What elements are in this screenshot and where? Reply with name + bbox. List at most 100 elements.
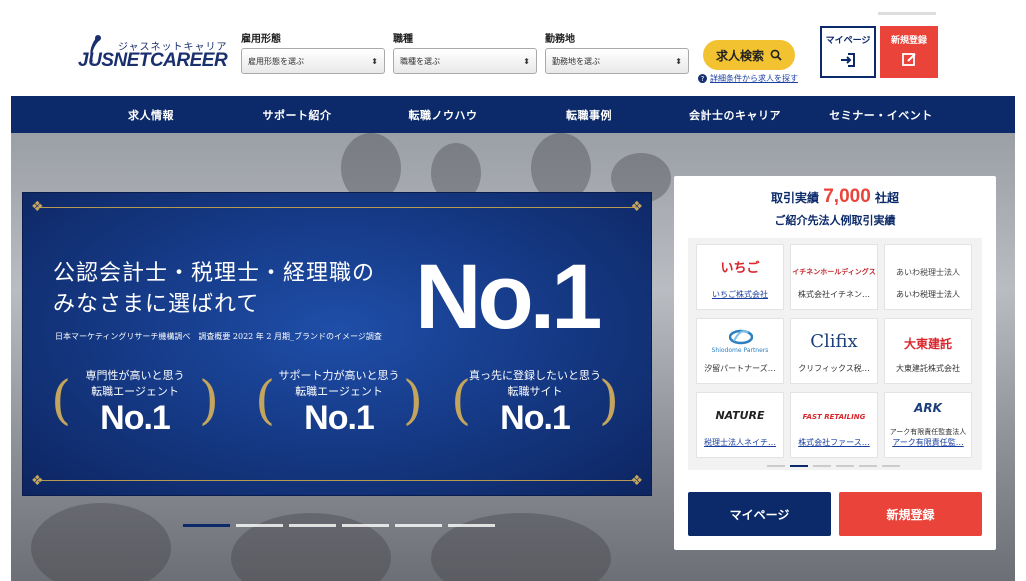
award-1-line2: 転職エージェント bbox=[91, 385, 179, 398]
search-icon bbox=[770, 49, 782, 61]
top-strip bbox=[878, 12, 936, 15]
header-mypage-button[interactable]: マイページ bbox=[820, 26, 876, 78]
shiodome-logo-icon bbox=[729, 329, 753, 345]
client-card[interactable]: いちご いちご株式会社 bbox=[696, 244, 784, 310]
banner-headline-1: 公認会計士・税理士・経理職の bbox=[53, 261, 376, 286]
award-1-line1: 専門性が高いと思う bbox=[85, 369, 185, 382]
clients-panel: 取引実績 7,000 社超 ご紹介先法人例取引実績 いちご いちご株式会社 イチ… bbox=[674, 176, 996, 550]
client-name: あいわ税理士法人 bbox=[896, 290, 960, 299]
detail-search-label: 詳細条件から求人を探す bbox=[710, 74, 798, 83]
job-search-label: 求人検索 bbox=[715, 48, 764, 63]
location-label: 勤務地 bbox=[545, 34, 575, 45]
nav-item-knowhow[interactable]: 転職ノウハウ bbox=[370, 96, 516, 133]
client-name[interactable]: アーク有限責任監… bbox=[889, 437, 967, 448]
client-logo: Clifix bbox=[810, 331, 858, 352]
header-mypage-label: マイページ bbox=[825, 36, 871, 46]
clients-carousel-dots bbox=[767, 465, 900, 467]
clients-dot[interactable] bbox=[836, 465, 854, 467]
header-register-label: 新規登録 bbox=[890, 36, 927, 46]
clients-dot[interactable] bbox=[790, 465, 808, 467]
client-card[interactable]: Shiodome Partners 汐留パートナーズ… bbox=[696, 318, 784, 384]
nav-item-jobs[interactable]: 求人情報 bbox=[78, 96, 224, 133]
client-name: クリフィックス税… bbox=[798, 364, 870, 373]
client-name[interactable]: 税理士法人ネイチ… bbox=[701, 437, 779, 448]
detail-search-link[interactable]: ? 詳細条件から求人を探す bbox=[698, 73, 798, 84]
login-icon bbox=[841, 53, 855, 67]
carousel-dot[interactable] bbox=[183, 524, 230, 527]
job-search-button[interactable]: 求人検索 bbox=[703, 40, 795, 70]
award-1: ( ) 専門性が高いと思う 転職エージェント No.1 bbox=[45, 363, 225, 453]
header-register-button[interactable]: 新規登録 bbox=[880, 26, 938, 78]
client-card[interactable]: NATURE 税理士法人ネイチ… bbox=[696, 392, 784, 458]
job-type-group: 職種 職種を選ぶ ⬍ bbox=[393, 30, 537, 74]
nav-item-support[interactable]: サポート紹介 bbox=[224, 96, 370, 133]
clients-title: 取引実績 7,000 社超 bbox=[674, 186, 996, 208]
panel-register-button[interactable]: 新規登録 bbox=[839, 492, 982, 536]
award-2-line2: 転職エージェント bbox=[295, 385, 383, 398]
updown-arrow-icon: ⬍ bbox=[371, 56, 378, 66]
client-name: 汐留パートナーズ… bbox=[704, 364, 776, 373]
client-name: 株式会社イチネン… bbox=[798, 290, 870, 299]
client-card[interactable]: イチネンホールディングス 株式会社イチネン… bbox=[790, 244, 878, 310]
logo[interactable]: ジャスネットキャリア JUSNETCAREER bbox=[78, 32, 228, 72]
ornament-icon: ❖ bbox=[31, 473, 44, 489]
client-logo: いちご bbox=[720, 261, 760, 276]
clients-title-prefix: 取引実績 bbox=[771, 191, 820, 205]
client-logo: FAST RETAILING bbox=[802, 413, 866, 421]
updown-arrow-icon: ⬍ bbox=[675, 56, 682, 66]
carousel-dot[interactable] bbox=[395, 524, 442, 527]
client-subname: アーク有限責任監査法人 bbox=[889, 428, 967, 436]
clients-subtitle: ご紹介先法人例取引実績 bbox=[774, 214, 896, 227]
clients-title-suffix: 社超 bbox=[874, 191, 899, 205]
hero-banner[interactable]: ❖ ❖ ❖ ❖ 公認会計士・税理士・経理職の みなさまに選ばれて No.1 日本… bbox=[22, 192, 652, 496]
ornament-icon: ❖ bbox=[630, 199, 643, 215]
carousel-dots bbox=[183, 524, 495, 527]
banner-headline-2: みなさまに選ばれて bbox=[53, 292, 260, 317]
client-card[interactable]: Clifix クリフィックス税… bbox=[790, 318, 878, 384]
location-select[interactable]: 勤務地を選ぶ ⬍ bbox=[545, 48, 689, 74]
nav-item-cases[interactable]: 転職事例 bbox=[516, 96, 662, 133]
clients-dot[interactable] bbox=[882, 465, 900, 467]
panel-mypage-button[interactable]: マイページ bbox=[688, 492, 831, 536]
client-logo: ARK bbox=[914, 401, 942, 415]
job-type-label: 職種 bbox=[393, 34, 413, 45]
site-header: ジャスネットキャリア JUSNETCAREER 雇用形態 雇用形態を選ぶ ⬍ 職… bbox=[0, 0, 1026, 96]
award-2-line1: サポート力が高いと思う bbox=[278, 369, 400, 382]
job-type-value: 職種を選ぶ bbox=[400, 56, 440, 66]
nav-item-seminar[interactable]: セミナー・イベント bbox=[808, 96, 954, 133]
updown-arrow-icon: ⬍ bbox=[523, 56, 530, 66]
carousel-dot[interactable] bbox=[342, 524, 389, 527]
client-name: 大東建託株式会社 bbox=[896, 364, 960, 373]
client-name[interactable]: いちご株式会社 bbox=[701, 289, 779, 300]
nav-item-cpa-career[interactable]: 会計士のキャリア bbox=[662, 96, 808, 133]
client-logo: あいわ税理士法人 bbox=[896, 268, 960, 277]
employment-type-group: 雇用形態 雇用形態を選ぶ ⬍ bbox=[241, 30, 385, 74]
award-3-line2: 転職サイト bbox=[507, 385, 563, 398]
clients-dot[interactable] bbox=[859, 465, 877, 467]
carousel-dot[interactable] bbox=[448, 524, 495, 527]
carousel-dot[interactable] bbox=[236, 524, 283, 527]
employment-type-label: 雇用形態 bbox=[241, 34, 281, 45]
clients-grid: いちご いちご株式会社 イチネンホールディングス 株式会社イチネン… あいわ税理… bbox=[688, 238, 982, 470]
clients-count: 7,000 bbox=[823, 186, 871, 207]
global-nav: 求人情報 サポート紹介 転職ノウハウ 転職事例 会計士のキャリア セミナー・イベ… bbox=[11, 96, 1015, 133]
job-type-select[interactable]: 職種を選ぶ ⬍ bbox=[393, 48, 537, 74]
award-3: ( ) 真っ先に登録したいと思う 転職サイト No.1 bbox=[445, 363, 625, 453]
edit-icon bbox=[901, 53, 916, 66]
crowd-shape bbox=[31, 503, 171, 581]
employment-type-select[interactable]: 雇用形態を選ぶ ⬍ bbox=[241, 48, 385, 74]
location-value: 勤務地を選ぶ bbox=[552, 56, 600, 66]
clients-dot[interactable] bbox=[767, 465, 785, 467]
clients-dot[interactable] bbox=[813, 465, 831, 467]
logo-word: JUSNETCAREER bbox=[78, 50, 228, 71]
ornament-icon: ❖ bbox=[630, 473, 643, 489]
client-name[interactable]: 株式会社ファース… bbox=[795, 437, 873, 448]
award-2-no: No.1 bbox=[304, 399, 375, 437]
carousel-dot[interactable] bbox=[289, 524, 336, 527]
client-card[interactable]: ARK アーク有限責任監査法人 アーク有限責任監… bbox=[884, 392, 972, 458]
client-logo: NATURE bbox=[715, 409, 765, 422]
client-card[interactable]: 大東建託 大東建託株式会社 bbox=[884, 318, 972, 384]
client-card[interactable]: あいわ税理士法人 あいわ税理士法人 bbox=[884, 244, 972, 310]
award-2: ( ) サポート力が高いと思う 転職エージェント No.1 bbox=[249, 363, 429, 453]
client-card[interactable]: FAST RETAILING 株式会社ファース… bbox=[790, 392, 878, 458]
